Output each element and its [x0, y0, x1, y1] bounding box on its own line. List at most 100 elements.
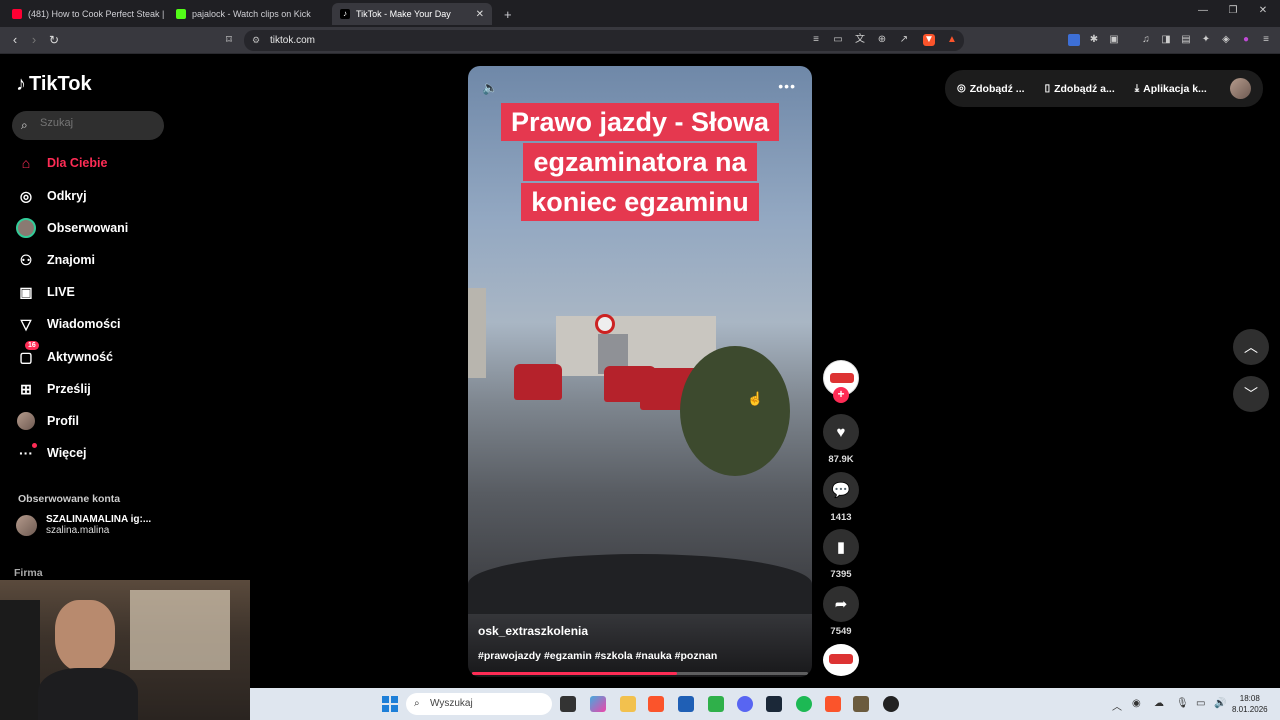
sidebar-item-odkryj[interactable]: ◎ Odkryj	[14, 183, 184, 209]
profile-icon[interactable]: ●	[1240, 34, 1252, 46]
media-icon[interactable]: ♫	[1140, 34, 1152, 46]
tab-youtube[interactable]: (481) How to Cook Perfect Steak | Jam	[4, 3, 164, 25]
minimize-icon[interactable]: —	[1188, 5, 1218, 16]
brave-active-icon[interactable]	[825, 696, 841, 712]
sidebar-item-wiecej[interactable]: ··· Więcej	[14, 440, 184, 466]
store-icon[interactable]	[678, 696, 694, 712]
tray-chevron-icon[interactable]: ︿	[1112, 698, 1122, 713]
sidebar-item-dla-ciebie[interactable]: ⌂ Dla Ciebie	[14, 150, 184, 176]
reload-icon[interactable]: ↻	[45, 32, 63, 48]
file-explorer-icon[interactable]	[620, 696, 636, 712]
sound-icon[interactable]: 🔈	[482, 80, 498, 96]
steam-icon[interactable]	[766, 696, 782, 712]
tray-onedrive-icon[interactable]: ☁	[1154, 698, 1164, 709]
avatar[interactable]	[1230, 78, 1251, 99]
vpn-icon[interactable]: ◈	[1220, 34, 1232, 46]
tray-app-icon[interactable]: ◉	[1132, 698, 1141, 709]
get-coins-button[interactable]: ◎ Zdobądź ...	[957, 83, 1025, 95]
search-input[interactable]	[40, 117, 150, 129]
video-player[interactable]: 🔈 ••• Prawo jazdy - Słowa egzaminatora n…	[468, 66, 812, 677]
more-options-icon[interactable]: •••	[778, 78, 796, 94]
tiktok-icon: ♪	[340, 9, 350, 19]
tray-volume-icon[interactable]: 🔊	[1214, 698, 1226, 709]
brave-icon[interactable]	[648, 696, 664, 712]
obs-icon[interactable]	[883, 696, 899, 712]
sidebar-item-aktywnosc[interactable]: ▢ 16 Aktywność	[14, 341, 184, 370]
taskbar-search[interactable]: ⌕ Wyszukaj	[406, 693, 552, 715]
tiktok-logo[interactable]: ♪ TikTok	[16, 73, 92, 96]
next-video-button[interactable]: ﹀	[1233, 376, 1269, 412]
logo-text: TikTok	[29, 73, 92, 95]
brave-shield-icon[interactable]: ▼	[923, 34, 935, 46]
video-title-line: egzaminatora na	[523, 143, 757, 181]
chevron-up-icon: ︿	[1244, 339, 1258, 355]
activity-icon: ▢ 16	[14, 341, 39, 367]
video-author[interactable]: osk_extraszkolenia	[478, 624, 588, 638]
tab-kick[interactable]: pajalock - Watch clips on Kick	[168, 3, 328, 25]
bookmark-icon: ▮	[836, 539, 846, 556]
cast-icon[interactable]: ▭	[832, 34, 844, 46]
menu-icon[interactable]: ≡	[1260, 34, 1272, 46]
kick-icon	[176, 9, 186, 19]
video-bush	[680, 346, 790, 476]
reader-mode-icon[interactable]: ≡	[810, 34, 822, 46]
clock-date: 8.01.2026	[1232, 705, 1268, 714]
get-app-button[interactable]: ▯ Zdobądź a...	[1045, 83, 1115, 95]
wallet-icon[interactable]: ▤	[1180, 34, 1192, 46]
share-button[interactable]: ➦	[823, 586, 859, 622]
previous-video-button[interactable]: ︿	[1233, 329, 1269, 365]
forward-icon[interactable]: ›	[25, 32, 43, 48]
comment-icon: 💬	[831, 482, 851, 499]
windows-start-icon[interactable]	[382, 696, 398, 712]
video-hashtags[interactable]: #prawojazdy #egzamin #szkola #nauka #poz…	[478, 650, 717, 662]
sidebar-item-obserwowani[interactable]: Obserwowani	[14, 215, 184, 241]
save-button[interactable]: ▮	[823, 529, 859, 565]
copilot-icon[interactable]	[590, 696, 606, 712]
comment-button[interactable]: 💬	[823, 472, 859, 508]
sidebar-item-label: Odkryj	[47, 189, 87, 203]
video-progress-bar[interactable]	[472, 672, 808, 675]
tab-search-icon[interactable]: ▣	[1108, 34, 1120, 46]
sidebar-item-profil[interactable]: Profil	[14, 408, 184, 434]
spotify-icon[interactable]	[796, 696, 812, 712]
back-icon[interactable]: ‹	[6, 32, 24, 48]
sidebar-item-przeslij[interactable]: ⊞ Prześlij	[14, 376, 184, 402]
video-building	[468, 288, 486, 378]
sidebar-item-wiadomosci[interactable]: ▽ Wiadomości	[14, 311, 184, 337]
sidebar-item-live[interactable]: ▣ LIVE	[14, 279, 184, 305]
sidebar-item-znajomi[interactable]: ⚇ Znajomi	[14, 247, 184, 273]
tiktok-note-icon: ♪	[16, 73, 26, 95]
close-window-icon[interactable]: ✕	[1248, 5, 1278, 16]
coin-icon: ◎	[957, 83, 966, 94]
app-icon[interactable]	[708, 696, 724, 712]
tab-tiktok[interactable]: ♪ TikTok - Make Your Day ✕	[332, 3, 492, 25]
follow-plus-icon[interactable]: +	[833, 387, 849, 403]
task-view-icon[interactable]	[560, 696, 576, 712]
sidebar-icon[interactable]: ◨	[1160, 34, 1172, 46]
tray-network-icon[interactable]: ▭	[1196, 698, 1205, 709]
close-tab-icon[interactable]: ✕	[476, 9, 484, 20]
puzzle-icon[interactable]: ✱	[1088, 34, 1100, 46]
url-text: tiktok.com	[270, 35, 316, 46]
tray-mic-icon[interactable]: 🎙	[1176, 698, 1189, 709]
search-box[interactable]: ⌕	[12, 111, 164, 140]
new-tab-button[interactable]: +	[496, 3, 516, 25]
discord-icon[interactable]	[737, 696, 753, 712]
ai-icon[interactable]: ✦	[1200, 34, 1212, 46]
translate-icon[interactable]: 文	[854, 34, 866, 46]
site-info-icon[interactable]: ⚙	[252, 30, 260, 51]
restore-icon[interactable]: ❐	[1218, 5, 1248, 16]
followed-account[interactable]: SZALINAMALINA ig:... szalina.malina	[16, 514, 151, 536]
extension-icon[interactable]	[1068, 34, 1080, 46]
brave-rewards-icon[interactable]: ▲	[946, 34, 958, 46]
music-disc[interactable]	[823, 644, 859, 676]
desktop-app-button[interactable]: ⤓ Aplikacja k...	[1135, 83, 1207, 95]
taskbar-clock[interactable]: 18:08 8.01.2026	[1232, 693, 1268, 715]
app-icon[interactable]	[853, 696, 869, 712]
bookmark-icon[interactable]: ⌑	[220, 32, 238, 48]
share-icon[interactable]: ↗	[898, 34, 910, 46]
video-car	[514, 364, 562, 400]
zoom-icon[interactable]: ⊕	[876, 34, 888, 46]
webcam-overlay	[0, 580, 250, 720]
like-button[interactable]: ♥	[823, 414, 859, 450]
